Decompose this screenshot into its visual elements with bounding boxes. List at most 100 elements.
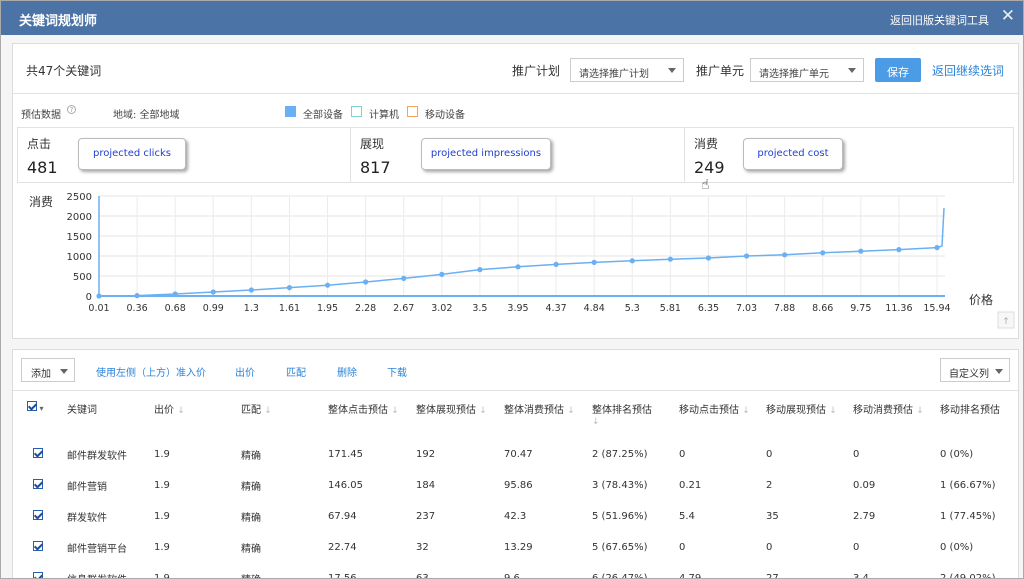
- table-cell: 1 (77.45%): [940, 510, 996, 522]
- metric-clicks: 点击 481 projected clicks: [18, 128, 351, 182]
- data-point[interactable]: [629, 258, 635, 264]
- match-button[interactable]: 匹配: [278, 358, 314, 382]
- table-cell: 35: [766, 510, 779, 522]
- x-tick-label: 11.36: [885, 303, 912, 314]
- data-point[interactable]: [248, 287, 254, 293]
- data-point[interactable]: [591, 259, 597, 265]
- table-cell[interactable]: 1.9: [154, 563, 241, 579]
- data-point[interactable]: [705, 255, 712, 261]
- table-cell: 2 (49.02%): [940, 572, 996, 579]
- table-cell[interactable]: 精确: [241, 563, 328, 579]
- help-icon[interactable]: ?: [67, 105, 76, 114]
- col-total-impressions[interactable]: 整体展现预估 ↓: [416, 390, 504, 439]
- add-dropdown[interactable]: 添加: [21, 358, 75, 382]
- table-toolbar: 添加 使用左侧（上方）准入价 出价 匹配 删除 下载 自定义列: [13, 350, 1018, 390]
- data-point[interactable]: [820, 250, 826, 256]
- x-tick-label: 15.94: [923, 303, 950, 314]
- data-point[interactable]: [401, 275, 407, 281]
- metric-cost: 消费 249 projected cost: [685, 128, 1015, 182]
- unit-select[interactable]: 请选择推广单元: [750, 58, 864, 82]
- data-point[interactable]: [858, 248, 864, 254]
- metric-value: 249: [694, 158, 725, 177]
- save-button[interactable]: 保存: [875, 58, 921, 82]
- table-cell[interactable]: 1.9: [154, 532, 241, 563]
- data-point[interactable]: [515, 264, 521, 270]
- data-point[interactable]: [172, 291, 178, 297]
- data-point[interactable]: [934, 245, 940, 251]
- close-icon[interactable]: ✕: [1001, 6, 1015, 26]
- data-point[interactable]: [553, 261, 559, 267]
- metrics-row: 点击 481 projected clicks 展现 817 projected…: [17, 127, 1014, 183]
- cost-line-chart: 2500 2000 1500 1000 500 00.01 0.36 0.68 0.99 1.3 1…: [29, 192, 1015, 329]
- use-left-bid-button[interactable]: 使用左侧（上方）准入价: [89, 358, 213, 382]
- back-old-tool-link[interactable]: 返回旧版关键词工具: [890, 12, 989, 28]
- data-point[interactable]: [134, 293, 140, 299]
- delete-button[interactable]: 删除: [329, 358, 365, 382]
- data-point[interactable]: [286, 285, 293, 291]
- col-mobile-impressions[interactable]: 移动展现预估 ↓: [766, 390, 853, 439]
- table-cell[interactable]: 1.9: [154, 439, 241, 470]
- data-point[interactable]: [210, 289, 216, 295]
- col-mobile-cost[interactable]: 移动消费预估 ↓: [853, 390, 940, 439]
- arrow-up-icon[interactable]: ↑: [1002, 317, 1010, 327]
- table-cell[interactable]: 1.9: [154, 501, 241, 532]
- col-total-cost[interactable]: 整体消费预估 ↓: [504, 390, 592, 439]
- data-point[interactable]: [896, 247, 902, 253]
- legend-swatch-mobile[interactable]: [407, 106, 418, 117]
- data-point[interactable]: [782, 252, 788, 258]
- legend-label-all: 全部设备: [303, 110, 343, 121]
- data-point[interactable]: [96, 293, 102, 299]
- keyword-table-panel: 添加 使用左侧（上方）准入价 出价 匹配 删除 下载 自定义列 ▾ 关键词 出价…: [12, 349, 1019, 579]
- x-tick-label: 1.61: [279, 303, 300, 314]
- x-tick-label: 2.28: [355, 303, 376, 314]
- col-keyword[interactable]: 关键词: [67, 390, 154, 439]
- col-total-rank[interactable]: 整体排名预估 ↓: [592, 390, 679, 439]
- table-cell: 0: [766, 448, 773, 460]
- col-mobile-rank[interactable]: 移动排名预估: [940, 390, 1018, 439]
- x-tick-label: 7.03: [736, 303, 757, 314]
- table-cell[interactable]: 精确: [241, 501, 328, 532]
- back-select-link[interactable]: 返回继续选词: [932, 62, 1004, 79]
- custom-columns-dropdown[interactable]: 自定义列: [940, 358, 1010, 382]
- table-cell[interactable]: 精确: [241, 439, 328, 470]
- download-button[interactable]: 下载: [379, 358, 415, 382]
- plan-select[interactable]: 请选择推广计划: [570, 58, 684, 82]
- bid-button[interactable]: 出价: [227, 358, 263, 382]
- table-cell: 67.94: [328, 510, 357, 522]
- estimate-label: 预估数据: [21, 110, 61, 121]
- select-all-header[interactable]: ▾: [13, 390, 67, 439]
- unit-label: 推广单元: [696, 64, 745, 78]
- row-checkbox[interactable]: [33, 571, 43, 578]
- table-cell[interactable]: 精确: [241, 470, 328, 501]
- table-cell: 0: [679, 448, 686, 460]
- legend-swatch-all[interactable]: [285, 106, 296, 117]
- data-point[interactable]: [439, 271, 445, 277]
- col-label: 整体展现预估: [416, 405, 476, 416]
- col-mobile-clicks[interactable]: 移动点击预估 ↓: [679, 390, 766, 439]
- col-match[interactable]: 匹配 ↓: [241, 390, 328, 439]
- col-bid[interactable]: 出价 ↓: [154, 390, 241, 439]
- col-total-clicks[interactable]: 整体点击预估 ↓: [328, 390, 416, 439]
- y-axis-title: 消费: [29, 195, 53, 209]
- table-cell: 95.86: [504, 479, 533, 491]
- data-point[interactable]: [743, 253, 750, 259]
- data-point[interactable]: [324, 282, 331, 288]
- plan-label: 推广计划: [512, 64, 561, 78]
- x-tick-label: 7.88: [774, 303, 795, 314]
- row-checkbox[interactable]: [33, 540, 43, 551]
- data-point[interactable]: [477, 267, 483, 273]
- table-cell[interactable]: 1.9: [154, 470, 241, 501]
- plan-select-value: 请选择推广计划: [579, 69, 649, 80]
- dialog-body: 共47个关键词 推广计划 请选择推广计划 推广单元 请选择推广单元 保存 返回继…: [1, 35, 1023, 579]
- table-cell: 3 (78.43%): [592, 479, 648, 491]
- row-checkbox[interactable]: [33, 447, 43, 458]
- data-point[interactable]: [667, 256, 673, 262]
- table-cell[interactable]: 精确: [241, 532, 328, 563]
- row-checkbox[interactable]: [33, 478, 43, 489]
- keyword-table: ▾ 关键词 出价 ↓ 匹配 ↓ 整体点击预估 ↓ 整体展现预估 ↓ 整体消费预估…: [13, 390, 1018, 579]
- data-point[interactable]: [363, 279, 369, 285]
- legend-swatch-pc[interactable]: [351, 106, 362, 117]
- select-all-checkbox[interactable]: [27, 401, 37, 411]
- row-checkbox[interactable]: [33, 509, 43, 520]
- table-cell: 邮件营销: [67, 481, 107, 493]
